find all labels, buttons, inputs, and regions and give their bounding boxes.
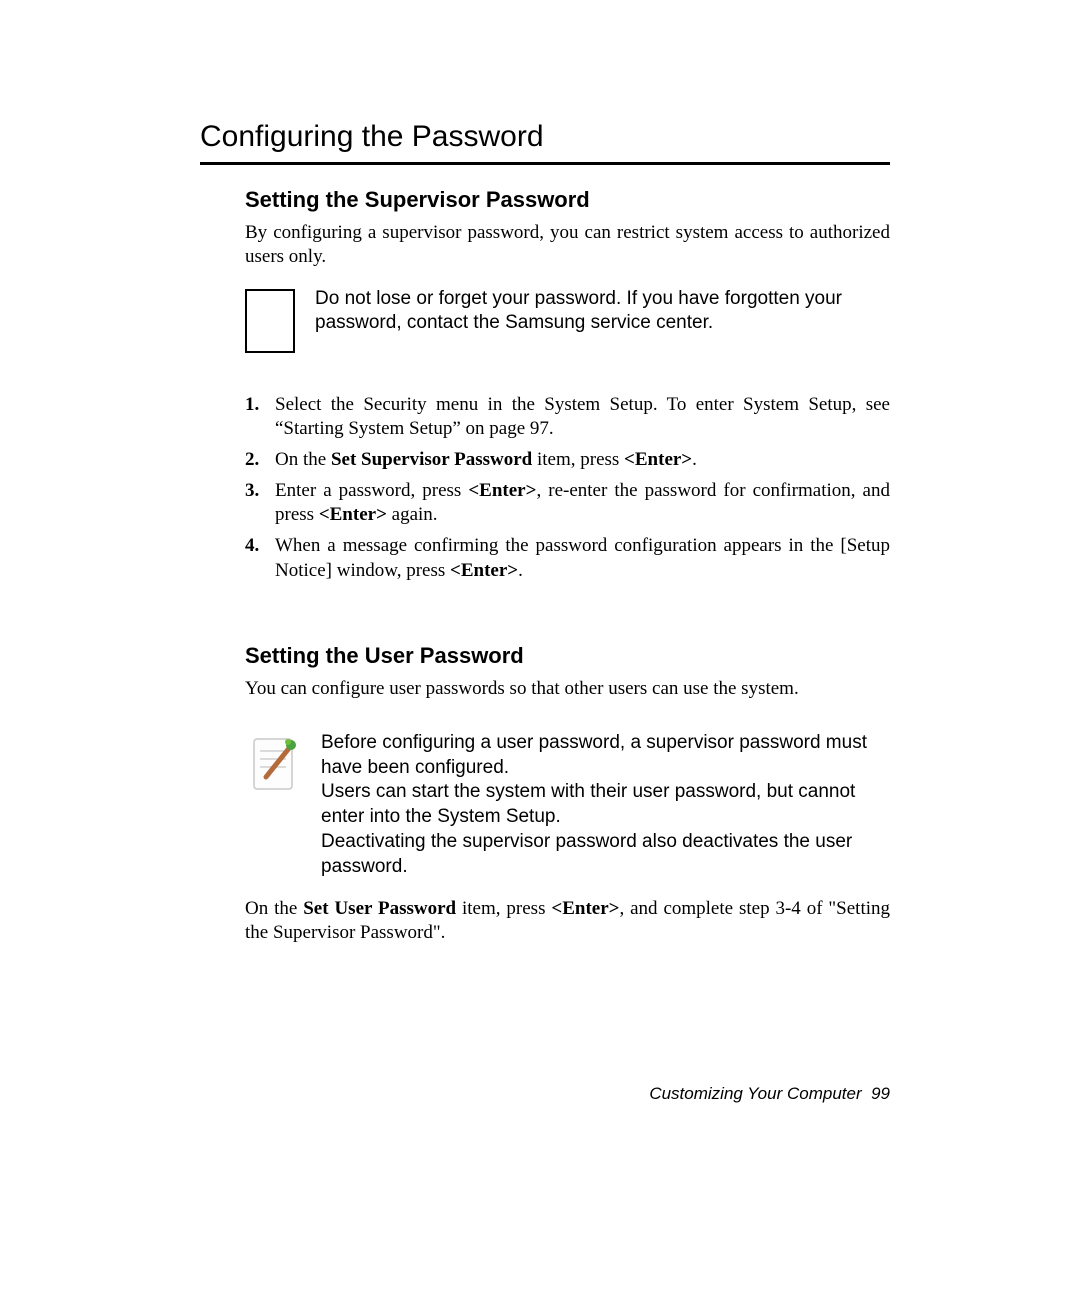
- steps-list: 1. Select the Security menu in the Syste…: [245, 393, 890, 584]
- page-footer: Customizing Your Computer 99: [649, 1084, 890, 1104]
- document-page: Configuring the Password Setting the Sup…: [0, 0, 1080, 1309]
- info-note: Before configuring a user password, a su…: [245, 731, 890, 879]
- step-2: 2. On the Set Supervisor Password item, …: [245, 448, 890, 473]
- caution-icon: [245, 289, 295, 353]
- key-enter: <Enter>: [319, 504, 387, 525]
- step-number: 4.: [245, 534, 275, 583]
- key-enter: <Enter>: [624, 449, 692, 470]
- note-line: Users can start the system with their us…: [321, 780, 890, 829]
- step-number: 2.: [245, 448, 275, 473]
- text-run: item, press: [532, 449, 624, 470]
- step-text: Select the Security menu in the System S…: [275, 393, 890, 442]
- step-number: 3.: [245, 479, 275, 528]
- step-text: When a message confirming the password c…: [275, 534, 890, 583]
- bold-term: Set Supervisor Password: [331, 449, 532, 470]
- text-run: When a message confirming the password c…: [275, 535, 890, 581]
- section2-closing: On the Set User Password item, press <En…: [245, 897, 890, 945]
- step-3: 3. Enter a password, press <Enter>, re-e…: [245, 479, 890, 528]
- bold-term: Set User Password: [303, 898, 456, 919]
- section1-intro: By configuring a supervisor password, yo…: [245, 221, 890, 269]
- section-heading-user: Setting the User Password: [245, 643, 890, 669]
- text-run: .: [692, 449, 697, 470]
- warning-note-text: Do not lose or forget your password. If …: [315, 287, 890, 336]
- text-run: Enter a password, press: [275, 480, 468, 501]
- key-enter: <Enter>: [450, 560, 518, 581]
- note-line: Before configuring a user password, a su…: [321, 731, 890, 780]
- text-run: again.: [387, 504, 438, 525]
- page-title: Configuring the Password: [200, 120, 890, 154]
- text-run: .: [518, 560, 523, 581]
- section-heading-supervisor: Setting the Supervisor Password: [245, 187, 890, 213]
- section2-intro: You can configure user passwords so that…: [245, 677, 890, 701]
- step-1: 1. Select the Security menu in the Syste…: [245, 393, 890, 442]
- step-text: On the Set Supervisor Password item, pre…: [275, 448, 890, 473]
- key-enter: <Enter>: [551, 898, 619, 919]
- note-line: Deactivating the supervisor password als…: [321, 830, 890, 879]
- text-run: On the: [245, 898, 303, 919]
- note-icon: [245, 731, 301, 797]
- step-4: 4. When a message confirming the passwor…: [245, 534, 890, 583]
- footer-page-number: 99: [871, 1084, 890, 1103]
- warning-note: Do not lose or forget your password. If …: [245, 287, 890, 353]
- step-text: Enter a password, press <Enter>, re-ente…: [275, 479, 890, 528]
- info-note-text: Before configuring a user password, a su…: [321, 731, 890, 879]
- text-run: On the: [275, 449, 331, 470]
- text-run: item, press: [456, 898, 551, 919]
- key-enter: <Enter>: [468, 480, 536, 501]
- step-number: 1.: [245, 393, 275, 442]
- title-rule: [200, 162, 890, 165]
- footer-chapter: Customizing Your Computer: [649, 1084, 861, 1103]
